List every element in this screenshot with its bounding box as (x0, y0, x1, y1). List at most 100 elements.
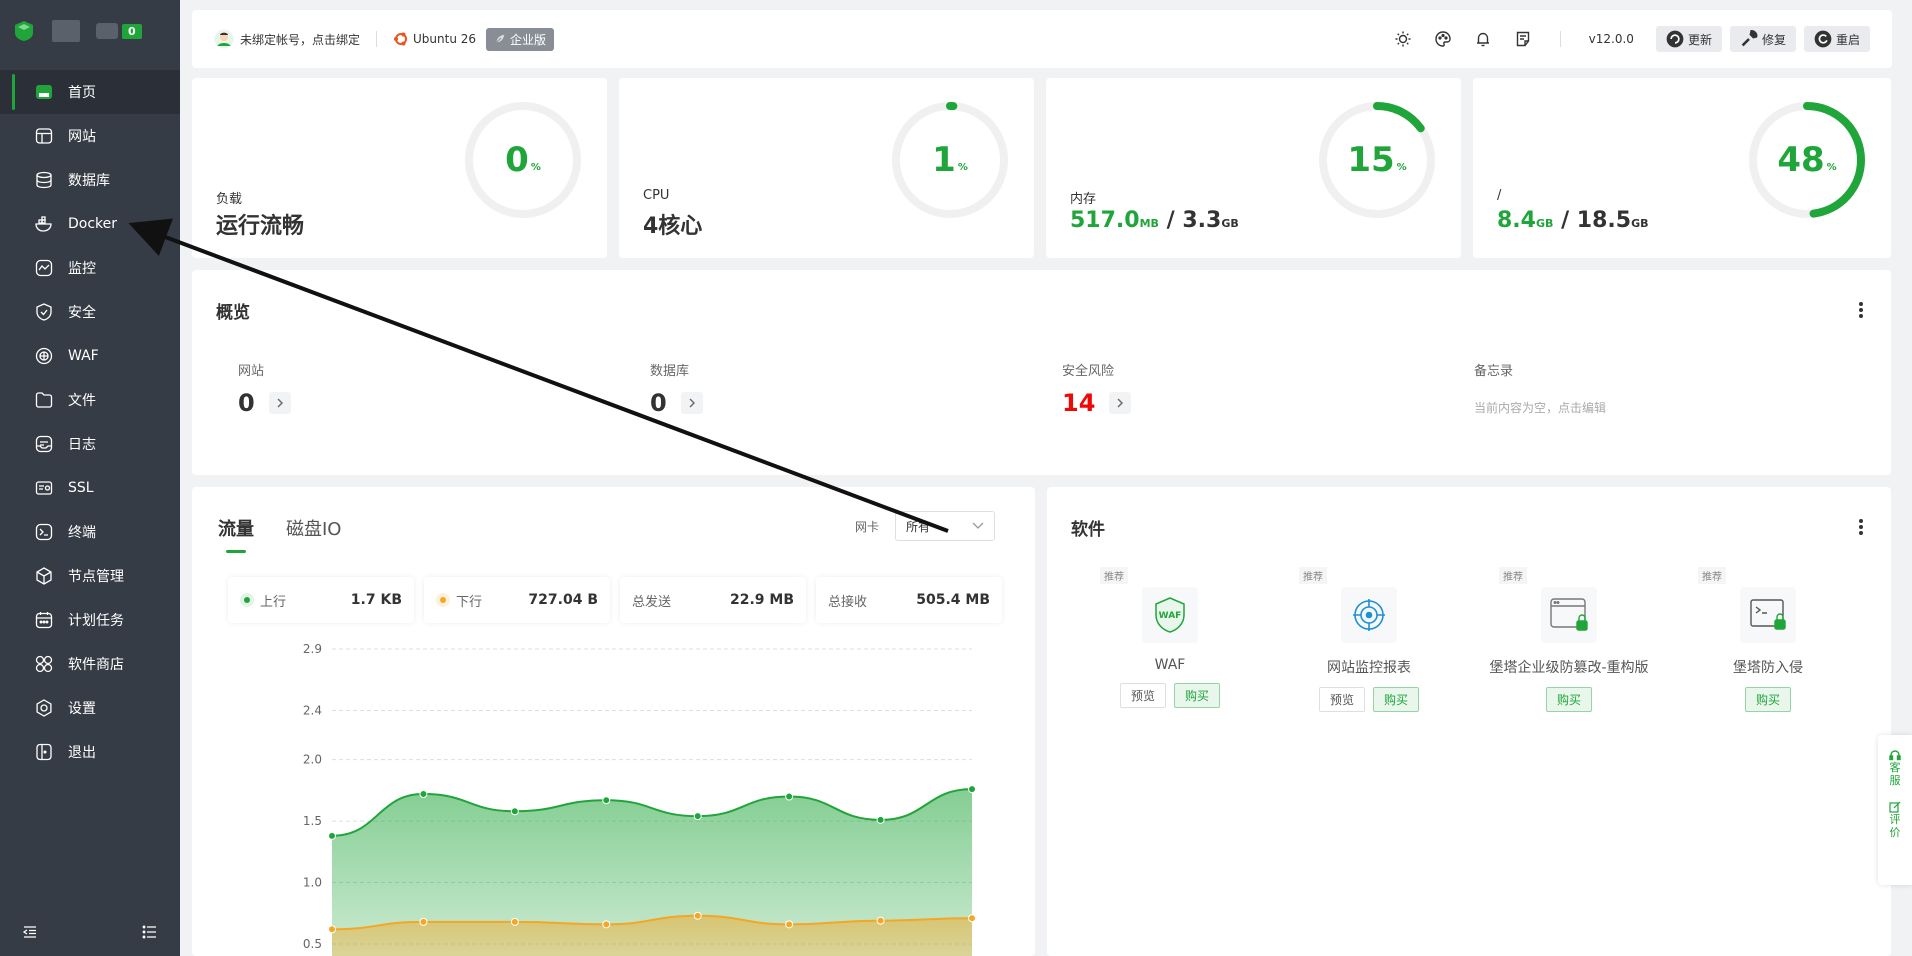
y-tick-label: 2.0 (303, 753, 322, 767)
nic-select[interactable]: 所有 (895, 511, 995, 541)
overview-database[interactable]: 数据库 0 (650, 360, 703, 417)
list-icon[interactable] (142, 924, 158, 940)
node-icon (36, 567, 52, 585)
sidebar-item-label: 日志 (68, 437, 96, 453)
sidebar-item-cron[interactable]: 计划任务 (0, 598, 180, 642)
account-bind-link[interactable]: 未绑定帐号，点击绑定 (214, 29, 360, 49)
chevron-right-icon[interactable] (268, 392, 291, 414)
sidebar-item-label: 监控 (68, 261, 96, 277)
data-point[interactable] (785, 792, 794, 801)
nic-selector: 网卡 所有 (855, 511, 995, 541)
version-text[interactable]: v12.0.0 (1589, 32, 1634, 46)
buy-button[interactable]: 购买 (1174, 683, 1221, 708)
software-menu-icon[interactable] (1859, 517, 1863, 537)
chevron-right-icon[interactable] (1109, 392, 1132, 414)
waf-icon (35, 347, 53, 365)
sidebar-item-ssl[interactable]: SSL (0, 466, 180, 510)
preview-button[interactable]: 预览 (1119, 683, 1166, 708)
cpu-card[interactable]: 1% CPU 4核心 (619, 78, 1034, 258)
data-point[interactable] (328, 831, 336, 840)
monitor-icon (35, 259, 53, 277)
load-percent: 0% (505, 140, 541, 180)
data-point[interactable] (693, 911, 702, 920)
wrench-icon (1741, 30, 1758, 47)
data-point[interactable] (328, 925, 336, 934)
buy-button[interactable]: 购买 (1744, 687, 1791, 712)
buy-button[interactable]: 购买 (1373, 687, 1420, 712)
sidebar-item-database[interactable]: 数据库 (0, 158, 180, 202)
sidebar-item-waf[interactable]: WAF (0, 334, 180, 378)
data-point[interactable] (876, 916, 885, 925)
update-button[interactable]: 更新 (1655, 26, 1722, 52)
tab-disk-io[interactable]: 磁盘IO (286, 515, 341, 541)
sidebar-item-monitor[interactable]: 监控 (0, 246, 180, 290)
load-card[interactable]: 0% 负载 运行流畅 (192, 78, 607, 258)
sidebar-item-security[interactable]: 安全 (0, 290, 180, 334)
overview-database-count: 0 (650, 389, 703, 417)
sidebar-item-docker[interactable]: Docker (0, 202, 180, 246)
data-point[interactable] (602, 920, 611, 929)
software-name: 网站监控报表 (1327, 660, 1411, 676)
memory-card[interactable]: 15% 内存 517.0MB / 3.3GB (1046, 78, 1461, 258)
overview-risk-label: 安全风险 (1062, 364, 1115, 379)
sidebar-item-logs[interactable]: 日志 (0, 422, 180, 466)
repair-button[interactable]: 修复 (1729, 26, 1796, 52)
terminal-lock-icon (1740, 587, 1796, 643)
memory-value: 517.0MB / 3.3GB (1070, 208, 1239, 233)
sidebar-nav: 首页 网站 数据库 Docker 监控 安全 WAF 文件 日志 SSL 终端 … (0, 70, 180, 774)
traffic-card: 流量 磁盘IO 网卡 所有 上行 1.7 KB 下行 727.04 B 总发送 22.… (192, 487, 1035, 956)
bell-icon[interactable] (1474, 30, 1492, 48)
data-point[interactable] (419, 917, 428, 926)
disk-percent: 48% (1777, 140, 1837, 180)
software-item-tamper-proof[interactable]: 推荐 堡塔企业级防篡改-重构版 购买 (1479, 567, 1659, 712)
overview-memo[interactable]: 备忘录 当前内容为空，点击编辑 (1474, 360, 1606, 416)
message-indicator[interactable]: 0 (96, 23, 142, 39)
sidebar-item-terminal[interactable]: 终端 (0, 510, 180, 554)
edition-label: 企业版 (510, 32, 547, 47)
data-point[interactable] (510, 807, 519, 816)
data-point[interactable] (876, 815, 885, 824)
palette-icon[interactable] (1434, 30, 1452, 48)
sidebar-item-label: 终端 (68, 525, 96, 541)
software-item-intrusion[interactable]: 推荐 堡塔防入侵 购买 (1678, 567, 1858, 712)
data-point[interactable] (602, 796, 611, 805)
review-button[interactable]: 评价 (1888, 801, 1902, 839)
collapse-icon[interactable] (22, 924, 38, 940)
customer-service-button[interactable]: 客服 (1888, 749, 1902, 787)
cpu-label: CPU (643, 188, 670, 203)
sidebar-item-home[interactable]: 首页 (0, 70, 180, 114)
data-point[interactable] (968, 785, 976, 794)
theme-sun-icon[interactable] (1394, 30, 1412, 48)
sidebar-item-store[interactable]: 软件商店 (0, 642, 180, 686)
docker-icon (35, 216, 52, 232)
sidebar-item-website[interactable]: 网站 (0, 114, 180, 158)
data-point[interactable] (968, 914, 976, 923)
overview-website[interactable]: 网站 0 (238, 360, 291, 417)
avatar-placeholder[interactable] (52, 20, 80, 42)
data-point[interactable] (419, 790, 428, 799)
overview-risk[interactable]: 安全风险 14 (1062, 360, 1132, 417)
memo-empty-text[interactable]: 当前内容为空，点击编辑 (1474, 399, 1606, 416)
software-title: 软件 (1071, 520, 1105, 540)
disk-card[interactable]: 48% / 8.4GB / 18.5GB (1473, 78, 1891, 258)
sidebar-item-files[interactable]: 文件 (0, 378, 180, 422)
software-item-site-monitor[interactable]: 推荐 网站监控报表 预览 购买 (1279, 567, 1459, 712)
notes-icon[interactable] (1514, 30, 1532, 48)
sidebar-item-nodes[interactable]: 节点管理 (0, 554, 180, 598)
overview-menu-icon[interactable] (1859, 300, 1863, 320)
restart-button[interactable]: 重启 (1803, 26, 1870, 52)
sidebar-item-label: Docker (68, 216, 118, 232)
sidebar-footer (22, 924, 158, 940)
edition-badge[interactable]: 企业版 (486, 27, 555, 51)
data-point[interactable] (510, 917, 519, 926)
data-point[interactable] (785, 920, 794, 929)
buy-button[interactable]: 购买 (1545, 687, 1592, 712)
chevron-right-icon[interactable] (680, 392, 703, 414)
tab-traffic[interactable]: 流量 (218, 515, 254, 553)
sidebar-item-logout[interactable]: 退出 (0, 730, 180, 774)
sidebar-item-settings[interactable]: 设置 (0, 686, 180, 730)
nic-select-value: 所有 (906, 519, 931, 534)
software-item-waf[interactable]: 推荐 WAF WAF 预览 购买 (1080, 567, 1260, 708)
preview-button[interactable]: 预览 (1318, 687, 1365, 712)
data-point[interactable] (693, 812, 702, 821)
